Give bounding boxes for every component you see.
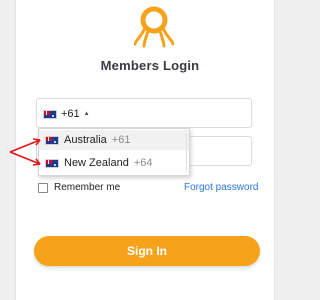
country-code: +64 [133,157,153,169]
annotation-arrows [9,138,41,166]
phone-input[interactable]: +61 ▲ [36,98,252,128]
sign-in-button[interactable]: Sign In [34,236,260,266]
country-name: New Zealand [64,157,129,169]
caret-up-icon: ▲ [83,111,90,117]
country-option-new-zealand[interactable]: New Zealand +64 [39,153,189,173]
forgot-password-link[interactable]: Forgot password [184,182,258,193]
remember-me[interactable]: Remember me [38,182,120,193]
country-option-australia[interactable]: Australia +61 [39,130,189,150]
australia-flag-icon [43,109,57,119]
remember-me-label: Remember me [54,182,121,193]
country-name: Australia [64,134,107,146]
country-code: +61 [111,134,131,146]
country-code-selector[interactable]: +61 ▲ [43,105,90,123]
country-dropdown: Australia +61 New Zealand +64 [38,128,190,176]
dropdown-scrollbar[interactable] [182,133,187,171]
brand-logo [134,6,174,48]
remember-me-checkbox[interactable] [38,182,48,193]
selected-dial-code: +61 [61,108,80,120]
page-title: Members Login [100,58,200,73]
